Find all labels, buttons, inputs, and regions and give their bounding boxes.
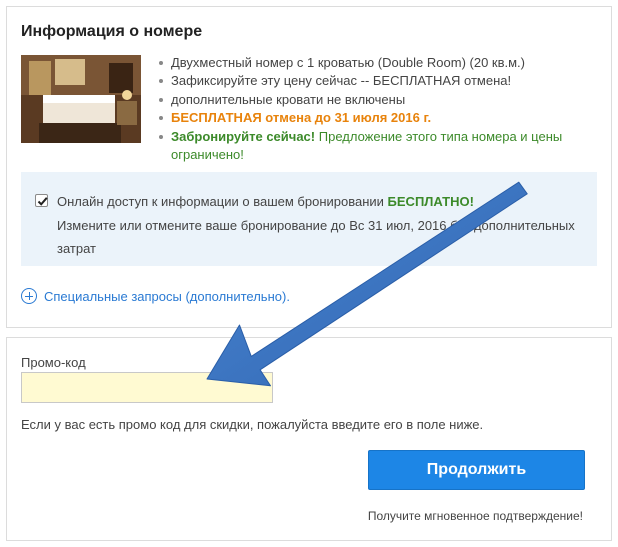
special-requests-label[interactable]: Специальные запросы (дополнительно).: [44, 289, 290, 304]
continue-button[interactable]: Продолжить: [368, 450, 585, 490]
book-now-emphasis: Забронируйте сейчас!: [171, 128, 316, 144]
online-access-label: Онлайн доступ к информации о вашем брони…: [57, 194, 474, 209]
promo-code-label: Промо-код: [21, 355, 86, 370]
instant-confirmation-note: Получите мгновенное подтверждение!: [367, 509, 583, 523]
book-now-text: Предложение этого типа номера и цены: [318, 128, 563, 144]
feature-extra-beds: дополнительные кровати не включены: [157, 91, 577, 109]
feature-fix-price: Зафиксируйте эту цену сейчас -- БЕСПЛАТН…: [157, 72, 577, 90]
special-requests-link[interactable]: Специальные запросы (дополнительно).: [21, 288, 290, 304]
feature-book-now-cont: ограничено!: [171, 147, 244, 163]
room-photo: [21, 55, 141, 143]
feature-free-cancel: БЕСПЛАТНАЯ отмена до 31 июля 2016 г.: [157, 109, 577, 127]
feature-book-now: Забронируйте сейчас! Предложение этого т…: [157, 128, 577, 146]
promo-panel: Промо-код Если у вас есть промо код для …: [6, 337, 612, 541]
online-access-description: Измените или отмените ваше бронирование …: [57, 218, 575, 256]
promo-code-input[interactable]: [21, 372, 273, 403]
feature-room-type: Двухместный номер с 1 кроватью (Double R…: [157, 54, 577, 72]
room-feature-list: Двухместный номер с 1 кроватью (Double R…: [157, 54, 577, 164]
checkbox-check-icon: [37, 197, 48, 206]
room-info-panel: Информация о номере Двухместный номер с …: [6, 6, 612, 328]
online-access-checkbox[interactable]: [35, 194, 48, 207]
online-access-free: БЕСПЛАТНО!: [387, 194, 474, 209]
promo-code-hint: Если у вас есть промо код для скидки, по…: [21, 417, 484, 432]
online-access-box: Онлайн доступ к информации о вашем брони…: [21, 172, 597, 266]
plus-circle-icon: [21, 288, 37, 304]
room-info-title: Информация о номере: [21, 23, 203, 40]
